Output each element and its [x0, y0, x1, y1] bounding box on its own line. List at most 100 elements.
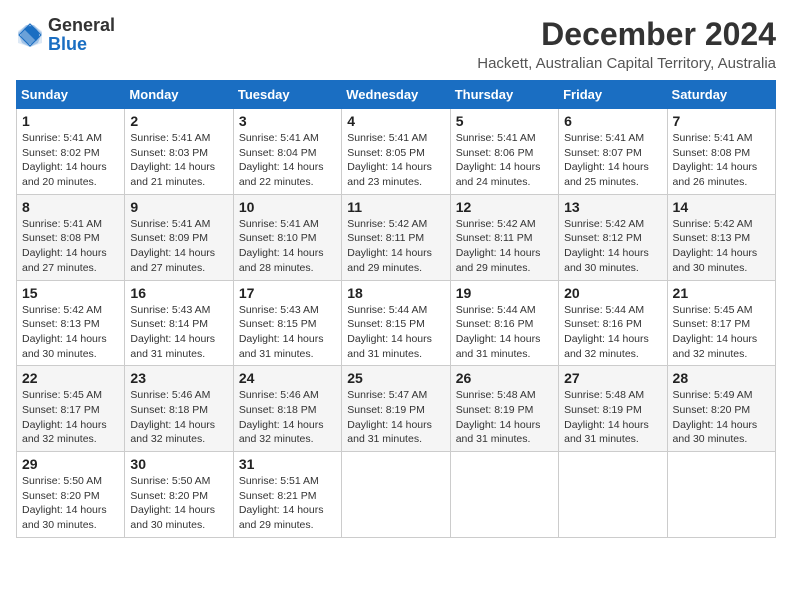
- calendar-week-row: 29Sunrise: 5:50 AMSunset: 8:20 PMDayligh…: [17, 452, 776, 538]
- day-number: 15: [22, 285, 119, 301]
- day-info: Sunrise: 5:41 AMSunset: 8:04 PMDaylight:…: [239, 131, 336, 190]
- calendar-cell: 30 Sunrise: 5:50 AMSunset: 8:20 PMDayligh…: [125, 452, 233, 538]
- day-number: 20: [564, 285, 661, 301]
- day-number: 7: [673, 113, 770, 129]
- calendar-cell: 14 Sunrise: 5:42 AMSunset: 8:13 PMDayligh…: [667, 194, 775, 280]
- calendar-cell: 29Sunrise: 5:50 AMSunset: 8:20 PMDayligh…: [17, 452, 125, 538]
- calendar-week-row: 8 Sunrise: 5:41 AMSunset: 8:08 PMDaylight…: [17, 194, 776, 280]
- calendar-cell: 6 Sunrise: 5:41 AMSunset: 8:07 PMDaylight…: [559, 109, 667, 195]
- calendar-cell: 16 Sunrise: 5:43 AMSunset: 8:14 PMDayligh…: [125, 280, 233, 366]
- day-number: 13: [564, 199, 661, 215]
- calendar-cell: [559, 452, 667, 538]
- day-info: Sunrise: 5:48 AMSunset: 8:19 PMDaylight:…: [564, 388, 661, 447]
- logo-text: General Blue: [48, 16, 115, 54]
- subtitle: Hackett, Australian Capital Territory, A…: [477, 55, 776, 72]
- day-info: Sunrise: 5:44 AMSunset: 8:16 PMDaylight:…: [564, 303, 661, 362]
- logo-icon: [16, 21, 44, 49]
- day-info: Sunrise: 5:50 AMSunset: 8:20 PMDaylight:…: [22, 474, 119, 533]
- day-number: 22: [22, 370, 119, 386]
- day-info: Sunrise: 5:49 AMSunset: 8:20 PMDaylight:…: [673, 388, 770, 447]
- day-number: 6: [564, 113, 661, 129]
- logo-general: General: [48, 15, 115, 35]
- day-info: Sunrise: 5:42 AMSunset: 8:13 PMDaylight:…: [673, 217, 770, 276]
- calendar-header-thursday: Thursday: [450, 81, 558, 109]
- logo: General Blue: [16, 16, 115, 54]
- day-info: Sunrise: 5:41 AMSunset: 8:07 PMDaylight:…: [564, 131, 661, 190]
- calendar-week-row: 1 Sunrise: 5:41 AMSunset: 8:02 PMDaylight…: [17, 109, 776, 195]
- day-info: Sunrise: 5:41 AMSunset: 8:08 PMDaylight:…: [22, 217, 119, 276]
- day-info: Sunrise: 5:42 AMSunset: 8:12 PMDaylight:…: [564, 217, 661, 276]
- day-info: Sunrise: 5:46 AMSunset: 8:18 PMDaylight:…: [130, 388, 227, 447]
- day-number: 27: [564, 370, 661, 386]
- calendar-week-row: 15Sunrise: 5:42 AMSunset: 8:13 PMDayligh…: [17, 280, 776, 366]
- day-info: Sunrise: 5:43 AMSunset: 8:15 PMDaylight:…: [239, 303, 336, 362]
- calendar-cell: 20 Sunrise: 5:44 AMSunset: 8:16 PMDayligh…: [559, 280, 667, 366]
- calendar-header-sunday: Sunday: [17, 81, 125, 109]
- calendar-cell: 26 Sunrise: 5:48 AMSunset: 8:19 PMDayligh…: [450, 366, 558, 452]
- day-number: 10: [239, 199, 336, 215]
- calendar-header-saturday: Saturday: [667, 81, 775, 109]
- title-area: December 2024 Hackett, Australian Capita…: [477, 16, 776, 72]
- day-number: 25: [347, 370, 444, 386]
- day-info: Sunrise: 5:41 AMSunset: 8:08 PMDaylight:…: [673, 131, 770, 190]
- calendar-cell: 27 Sunrise: 5:48 AMSunset: 8:19 PMDayligh…: [559, 366, 667, 452]
- calendar-cell: 22 Sunrise: 5:45 AMSunset: 8:17 PMDayligh…: [17, 366, 125, 452]
- day-number: 2: [130, 113, 227, 129]
- day-number: 4: [347, 113, 444, 129]
- day-number: 21: [673, 285, 770, 301]
- calendar-cell: 10Sunrise: 5:41 AMSunset: 8:10 PMDayligh…: [233, 194, 341, 280]
- calendar-cell: 4 Sunrise: 5:41 AMSunset: 8:05 PMDaylight…: [342, 109, 450, 195]
- calendar-week-row: 22 Sunrise: 5:45 AMSunset: 8:17 PMDayligh…: [17, 366, 776, 452]
- calendar-cell: 7 Sunrise: 5:41 AMSunset: 8:08 PMDaylight…: [667, 109, 775, 195]
- calendar-header-friday: Friday: [559, 81, 667, 109]
- day-number: 3: [239, 113, 336, 129]
- day-info: Sunrise: 5:45 AMSunset: 8:17 PMDaylight:…: [22, 388, 119, 447]
- calendar-cell: 17 Sunrise: 5:43 AMSunset: 8:15 PMDayligh…: [233, 280, 341, 366]
- day-number: 26: [456, 370, 553, 386]
- day-info: Sunrise: 5:42 AMSunset: 8:11 PMDaylight:…: [347, 217, 444, 276]
- day-number: 24: [239, 370, 336, 386]
- calendar-cell: 23 Sunrise: 5:46 AMSunset: 8:18 PMDayligh…: [125, 366, 233, 452]
- day-info: Sunrise: 5:48 AMSunset: 8:19 PMDaylight:…: [456, 388, 553, 447]
- calendar-cell: 2 Sunrise: 5:41 AMSunset: 8:03 PMDaylight…: [125, 109, 233, 195]
- page-header: General Blue December 2024 Hackett, Aust…: [16, 16, 776, 72]
- day-info: Sunrise: 5:44 AMSunset: 8:16 PMDaylight:…: [456, 303, 553, 362]
- day-info: Sunrise: 5:47 AMSunset: 8:19 PMDaylight:…: [347, 388, 444, 447]
- day-number: 8: [22, 199, 119, 215]
- day-number: 1: [22, 113, 119, 129]
- calendar-cell: 24Sunrise: 5:46 AMSunset: 8:18 PMDayligh…: [233, 366, 341, 452]
- calendar-cell: [342, 452, 450, 538]
- day-number: 14: [673, 199, 770, 215]
- day-number: 11: [347, 199, 444, 215]
- calendar-cell: 15Sunrise: 5:42 AMSunset: 8:13 PMDayligh…: [17, 280, 125, 366]
- day-number: 31: [239, 456, 336, 472]
- day-number: 9: [130, 199, 227, 215]
- calendar-cell: 21 Sunrise: 5:45 AMSunset: 8:17 PMDayligh…: [667, 280, 775, 366]
- calendar-cell: 25 Sunrise: 5:47 AMSunset: 8:19 PMDayligh…: [342, 366, 450, 452]
- main-title: December 2024: [477, 16, 776, 53]
- day-info: Sunrise: 5:43 AMSunset: 8:14 PMDaylight:…: [130, 303, 227, 362]
- day-number: 23: [130, 370, 227, 386]
- calendar-header-row: SundayMondayTuesdayWednesdayThursdayFrid…: [17, 81, 776, 109]
- calendar-cell: 18Sunrise: 5:44 AMSunset: 8:15 PMDayligh…: [342, 280, 450, 366]
- logo-blue: Blue: [48, 34, 87, 54]
- calendar-cell: 9 Sunrise: 5:41 AMSunset: 8:09 PMDaylight…: [125, 194, 233, 280]
- day-info: Sunrise: 5:50 AMSunset: 8:20 PMDaylight:…: [130, 474, 227, 533]
- day-info: Sunrise: 5:41 AMSunset: 8:09 PMDaylight:…: [130, 217, 227, 276]
- day-number: 17: [239, 285, 336, 301]
- day-info: Sunrise: 5:45 AMSunset: 8:17 PMDaylight:…: [673, 303, 770, 362]
- day-number: 28: [673, 370, 770, 386]
- calendar-cell: 3 Sunrise: 5:41 AMSunset: 8:04 PMDaylight…: [233, 109, 341, 195]
- day-info: Sunrise: 5:41 AMSunset: 8:02 PMDaylight:…: [22, 131, 119, 190]
- day-info: Sunrise: 5:41 AMSunset: 8:03 PMDaylight:…: [130, 131, 227, 190]
- day-number: 30: [130, 456, 227, 472]
- day-info: Sunrise: 5:41 AMSunset: 8:05 PMDaylight:…: [347, 131, 444, 190]
- day-number: 16: [130, 285, 227, 301]
- calendar-table: SundayMondayTuesdayWednesdayThursdayFrid…: [16, 80, 776, 538]
- calendar-header-tuesday: Tuesday: [233, 81, 341, 109]
- day-info: Sunrise: 5:44 AMSunset: 8:15 PMDaylight:…: [347, 303, 444, 362]
- day-info: Sunrise: 5:41 AMSunset: 8:06 PMDaylight:…: [456, 131, 553, 190]
- day-number: 5: [456, 113, 553, 129]
- calendar-header-wednesday: Wednesday: [342, 81, 450, 109]
- calendar-cell: 5 Sunrise: 5:41 AMSunset: 8:06 PMDaylight…: [450, 109, 558, 195]
